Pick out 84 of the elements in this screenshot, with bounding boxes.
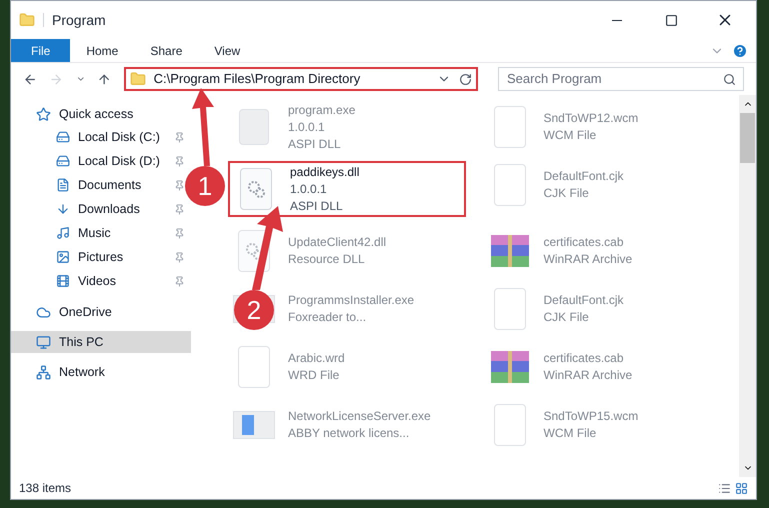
- sidebar-icon: [36, 304, 51, 320]
- sidebar-icon: [56, 154, 70, 168]
- file-detail: WinRAR Archive: [544, 251, 632, 268]
- sidebar-item[interactable]: OneDrive: [11, 301, 191, 323]
- up-icon[interactable]: [97, 72, 112, 86]
- stacked-books-icon: [488, 349, 530, 385]
- search-field[interactable]: Search Program: [498, 66, 744, 91]
- file-detail: 1.0.0.1: [288, 118, 326, 136]
- file-name: SndToWP15.wcm: [544, 408, 638, 425]
- sidebar-item[interactable]: Local Disk (C:): [11, 125, 189, 149]
- file-detail: WCM File: [544, 425, 598, 442]
- pin-icon[interactable]: [174, 180, 185, 190]
- ribbon-tab[interactable]: Share: [134, 39, 198, 62]
- ribbon-tab[interactable]: View: [198, 39, 256, 62]
- blank-file-icon: [494, 404, 526, 446]
- gear-file-icon: [240, 168, 272, 210]
- ribbon-tab[interactable]: Home: [70, 39, 134, 62]
- tiles-view-icon[interactable]: [735, 482, 748, 494]
- sidebar-icon: [56, 178, 70, 192]
- sidebar-item[interactable]: Quick access: [11, 103, 191, 125]
- sidebar-icon: [56, 274, 70, 288]
- file-name: UpdateClient42.dll: [288, 234, 386, 251]
- program-icon: [239, 109, 269, 145]
- sidebar-icon: [36, 364, 51, 380]
- file-detail: CJK File: [544, 185, 590, 202]
- blank-file-icon: [494, 288, 526, 330]
- pin-icon[interactable]: [174, 132, 185, 142]
- sidebar-item[interactable]: This PC: [11, 331, 191, 353]
- pin-icon[interactable]: [174, 252, 185, 262]
- sidebar-icon: [56, 130, 70, 144]
- file-name: NetworkLicenseServer.exe: [288, 408, 431, 425]
- file-name: paddikeys.dll: [290, 164, 360, 180]
- file-name: SndToWP12.wcm: [544, 110, 638, 127]
- file-name: DefaultFont.cjk: [544, 168, 624, 185]
- folder-icon: [130, 71, 146, 87]
- window-title: Program: [52, 10, 106, 30]
- details-view-icon[interactable]: [718, 482, 731, 494]
- sidebar-icon: [56, 226, 70, 240]
- file-detail: ASPI DLL: [290, 198, 344, 214]
- pin-icon[interactable]: [174, 276, 185, 286]
- sidebar-icon: [36, 334, 51, 350]
- file-name: ProgrammsInstaller.exe: [288, 292, 414, 309]
- file-detail: ASPI DLL: [288, 136, 342, 152]
- sidebar-item[interactable]: Pictures: [11, 245, 189, 269]
- scrollbar-thumb[interactable]: [740, 113, 755, 163]
- file-name: Arabic.wrd: [288, 350, 345, 367]
- address-path: C:\Program Files\Program Directory: [154, 70, 362, 88]
- file-detail: CJK File: [544, 309, 590, 326]
- maximize-icon: [664, 14, 678, 26]
- sidebar-icon: [56, 250, 70, 264]
- file-detail: Foxreader to...: [288, 309, 368, 326]
- sidebar-item[interactable]: Music: [11, 221, 189, 245]
- pin-icon[interactable]: [174, 156, 185, 166]
- file-detail: WRD File: [288, 367, 340, 384]
- file-name: DefaultFont.cjk: [544, 292, 624, 309]
- status-text: 138 items: [19, 480, 72, 497]
- file-name: program.exe: [288, 102, 356, 118]
- refresh-icon[interactable]: [458, 72, 472, 86]
- file-detail: 1.0.0.1: [290, 180, 328, 198]
- sidebar-icon: [36, 106, 51, 122]
- pin-icon[interactable]: [174, 204, 185, 214]
- address-bar[interactable]: C:\Program Files\Program Directory: [124, 67, 478, 91]
- file-detail: Resource DLL: [288, 251, 366, 268]
- file-detail: WCM File: [544, 127, 598, 144]
- sidebar-icon: [56, 202, 70, 216]
- sidebar-item[interactable]: Videos: [11, 269, 189, 293]
- scrollbar[interactable]: [739, 95, 756, 477]
- forward-icon[interactable]: [49, 72, 64, 86]
- file-detail: WinRAR Archive: [544, 367, 632, 384]
- sidebar-item[interactable]: Network: [11, 361, 191, 383]
- file-menu-button[interactable]: File: [11, 39, 70, 62]
- help-icon[interactable]: [732, 42, 748, 58]
- blank-file-icon: [238, 346, 270, 388]
- file-name: certificates.cab: [544, 234, 625, 251]
- window-icon: [233, 411, 275, 439]
- blank-file-icon: [494, 164, 526, 206]
- stacked-books-icon: [488, 233, 530, 269]
- file-name: certificates.cab: [544, 350, 625, 367]
- blank-file-icon: [494, 106, 526, 148]
- pin-icon[interactable]: [174, 228, 185, 238]
- search-icon: [722, 72, 736, 86]
- file-detail: ABBY network licens...: [288, 425, 410, 442]
- back-icon[interactable]: [23, 72, 38, 86]
- folder-icon[interactable]: [19, 12, 35, 28]
